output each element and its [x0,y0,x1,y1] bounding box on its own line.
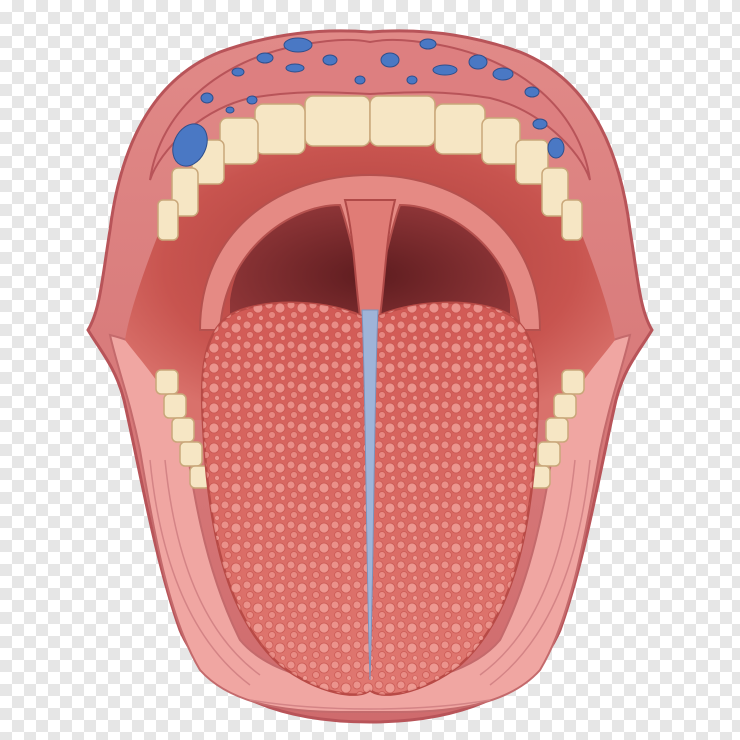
mouth-illustration [86,29,654,724]
checkerboard-background [0,0,740,740]
